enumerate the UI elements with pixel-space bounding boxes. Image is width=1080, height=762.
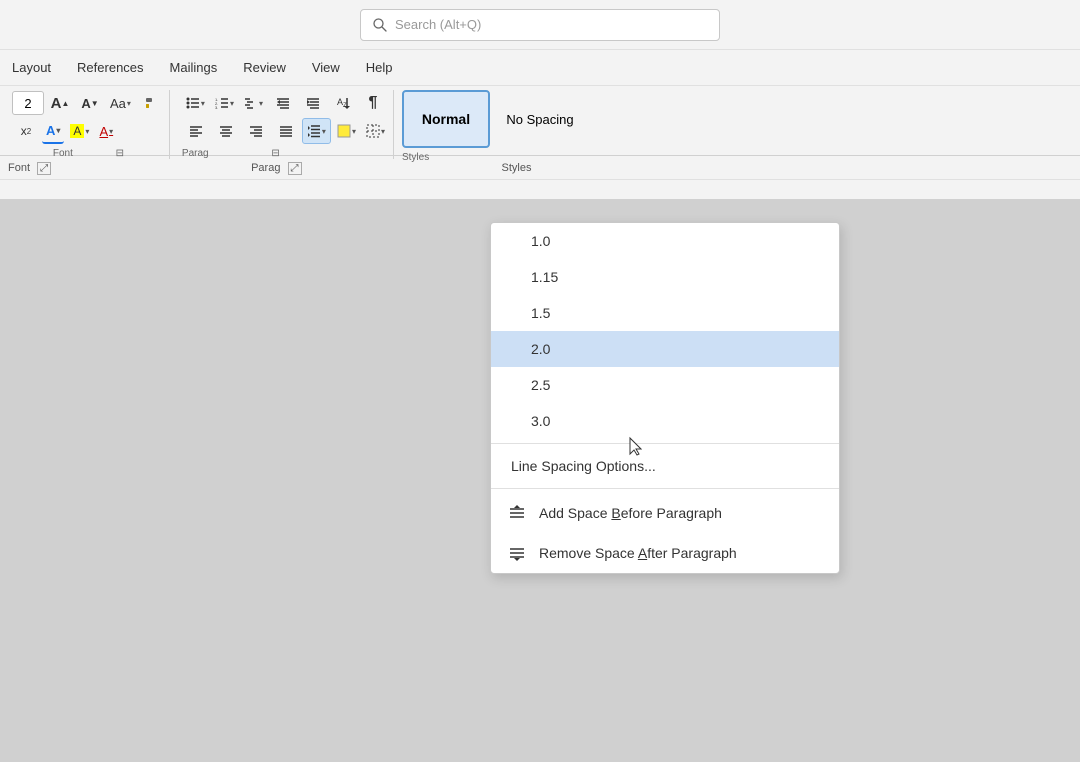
menu-review[interactable]: Review (231, 54, 298, 81)
increase-indent-icon (306, 97, 320, 109)
justify-button[interactable] (272, 118, 300, 144)
font-group: A▲ A▼ Aa▾ x2 A▾ A▾ A▾ Font ⊟ (8, 90, 170, 159)
menu-mailings[interactable]: Mailings (158, 54, 230, 81)
sort-button[interactable]: A Z (329, 90, 357, 116)
menu-help[interactable]: Help (354, 54, 405, 81)
remove-space-after-label: Remove Space After Paragraph (539, 545, 737, 561)
align-left-button[interactable] (182, 118, 210, 144)
bullet-list-icon (186, 97, 200, 109)
show-marks-button[interactable]: ¶ (359, 90, 387, 116)
multilevel-list-button[interactable]: ▾ (240, 90, 267, 116)
font-section-label: Font ⤢ (8, 162, 51, 174)
svg-text:3.: 3. (215, 105, 218, 109)
decrease-indent-icon (276, 97, 290, 109)
numbered-list-button[interactable]: 1. 2. 3. ▾ (211, 90, 238, 116)
style-no-spacing-label: No Spacing (506, 112, 573, 127)
ruler (0, 180, 1080, 200)
search-placeholder: Search (Alt+Q) (395, 17, 481, 32)
align-right-icon (249, 125, 263, 137)
font-expand-icon[interactable]: ⊟ (116, 148, 124, 159)
justify-icon (279, 125, 293, 137)
menu-bar: Layout References Mailings Review View H… (0, 50, 1080, 86)
multilevel-list-icon (244, 97, 258, 109)
line-spacing-icon (307, 124, 321, 138)
font-label: Font ⊟ (12, 148, 165, 159)
dropdown-divider-2 (491, 488, 839, 489)
style-normal[interactable]: Normal (402, 90, 490, 148)
decrease-indent-button[interactable] (269, 90, 297, 116)
menu-references[interactable]: References (65, 54, 155, 81)
align-right-button[interactable] (242, 118, 270, 144)
increase-indent-button[interactable] (299, 90, 327, 116)
line-spacing-button[interactable]: ▾ (302, 118, 331, 144)
subscript-button[interactable]: x2 (12, 118, 40, 144)
highlight-color-button[interactable]: A▾ (66, 118, 93, 144)
borders-icon (366, 124, 380, 138)
style-normal-label: Normal (422, 111, 470, 127)
spacing-1-0[interactable]: 1.0 (491, 223, 839, 259)
bullet-list-button[interactable]: ▾ (182, 90, 209, 116)
font-size-input[interactable] (12, 91, 44, 115)
add-space-before-icon (507, 503, 527, 523)
add-space-before-label: Add Space Before Paragraph (539, 505, 722, 521)
spacing-3-0[interactable]: 3.0 (491, 403, 839, 439)
paragraph-group: ▾ 1. 2. 3. ▾ (178, 90, 394, 159)
paragraph-label: Parag ⊟ (182, 148, 389, 159)
font-shrink-button[interactable]: A▼ (76, 90, 104, 116)
paragraph-section-label: Parag ⤢ (251, 162, 301, 174)
shading-button[interactable]: ▾ (333, 118, 360, 144)
remove-space-after-icon (507, 543, 527, 563)
dropdown-divider-1 (491, 443, 839, 444)
title-bar: Search (Alt+Q) (0, 0, 1080, 50)
aa-button[interactable]: Aa▾ (106, 90, 135, 116)
align-center-icon (219, 125, 233, 137)
menu-layout[interactable]: Layout (0, 54, 63, 81)
paragraph-expand-icon[interactable]: ⊟ (271, 148, 279, 159)
borders-button[interactable]: ▾ (362, 118, 389, 144)
sort-icon: A Z (336, 96, 350, 110)
menu-view[interactable]: View (300, 54, 352, 81)
spacing-2-5[interactable]: 2.5 (491, 367, 839, 403)
font-expand-button[interactable]: ⤢ (37, 162, 51, 175)
font-underline-button[interactable]: A▾ (95, 118, 117, 144)
format-paint-icon (144, 96, 158, 110)
font-color-button[interactable]: A▾ (42, 118, 64, 144)
search-box[interactable]: Search (Alt+Q) (360, 9, 720, 41)
align-left-icon (189, 125, 203, 137)
line-spacing-options[interactable]: Line Spacing Options... (491, 448, 839, 484)
styles-section-label: Styles (502, 162, 532, 174)
search-icon (373, 18, 387, 32)
styles-label: Styles (402, 152, 1072, 163)
spacing-2-0[interactable]: 2.0 (491, 331, 839, 367)
add-space-before[interactable]: Add Space Before Paragraph (491, 493, 839, 533)
remove-space-after[interactable]: Remove Space After Paragraph (491, 533, 839, 573)
ribbon: A▲ A▼ Aa▾ x2 A▾ A▾ A▾ Font ⊟ (0, 86, 1080, 156)
spacing-1-5[interactable]: 1.5 (491, 295, 839, 331)
numbered-list-icon: 1. 2. 3. (215, 97, 229, 109)
paragraph-expand-button[interactable]: ⤢ (288, 162, 302, 175)
spacing-1-15[interactable]: 1.15 (491, 259, 839, 295)
style-no-spacing[interactable]: No Spacing (496, 90, 584, 148)
font-grow-button[interactable]: A▲ (46, 90, 74, 116)
line-spacing-dropdown: 1.0 1.15 1.5 2.0 2.5 3.0 Line Spacing Op… (490, 222, 840, 574)
shading-icon (337, 124, 351, 138)
format-paint-button[interactable] (137, 90, 165, 116)
styles-section: Normal No Spacing Styles (402, 90, 1072, 163)
align-center-button[interactable] (212, 118, 240, 144)
